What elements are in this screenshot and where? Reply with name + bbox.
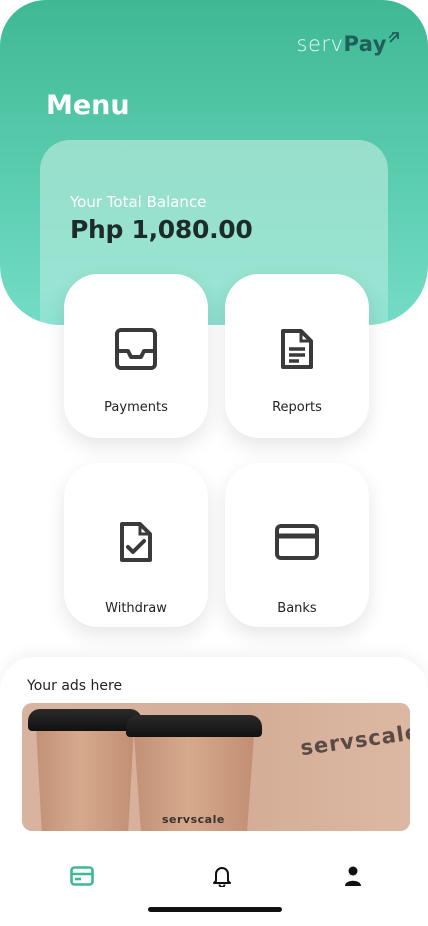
page-title: Menu	[46, 90, 130, 121]
tab-profile[interactable]	[339, 862, 367, 890]
home-indicator	[148, 907, 282, 912]
logo-suffix: Pay	[343, 32, 387, 56]
ads-title: Your ads here	[27, 678, 123, 694]
card-icon	[70, 866, 94, 886]
document-check-icon	[113, 519, 159, 565]
reports-label: Reports	[272, 400, 322, 415]
payments-button[interactable]: Payments	[64, 274, 208, 438]
banks-button[interactable]: Banks	[225, 463, 369, 627]
ad-cup-back	[28, 709, 142, 831]
payments-label: Payments	[104, 400, 168, 415]
document-icon	[274, 326, 320, 372]
balance-amount: Php 1,080.00	[70, 215, 253, 244]
withdraw-button[interactable]: Withdraw	[64, 463, 208, 627]
credit-card-icon	[274, 519, 320, 565]
ad-cup-brand-text: servscale	[162, 813, 225, 826]
bell-icon	[213, 867, 231, 887]
ad-banner[interactable]: servscale servscale	[22, 703, 410, 831]
logo-prefix: serv	[296, 32, 344, 56]
logo-arrow-icon	[388, 32, 399, 43]
person-icon	[345, 866, 361, 886]
balance-label: Your Total Balance	[70, 193, 207, 211]
tab-bar	[0, 840, 428, 926]
tab-home[interactable]	[68, 862, 96, 890]
reports-button[interactable]: Reports	[225, 274, 369, 438]
tab-notifications[interactable]	[208, 862, 236, 890]
banks-label: Banks	[277, 601, 317, 616]
servpay-logo: serv Pay	[297, 32, 400, 56]
withdraw-label: Withdraw	[105, 601, 167, 616]
inbox-icon	[113, 326, 159, 372]
